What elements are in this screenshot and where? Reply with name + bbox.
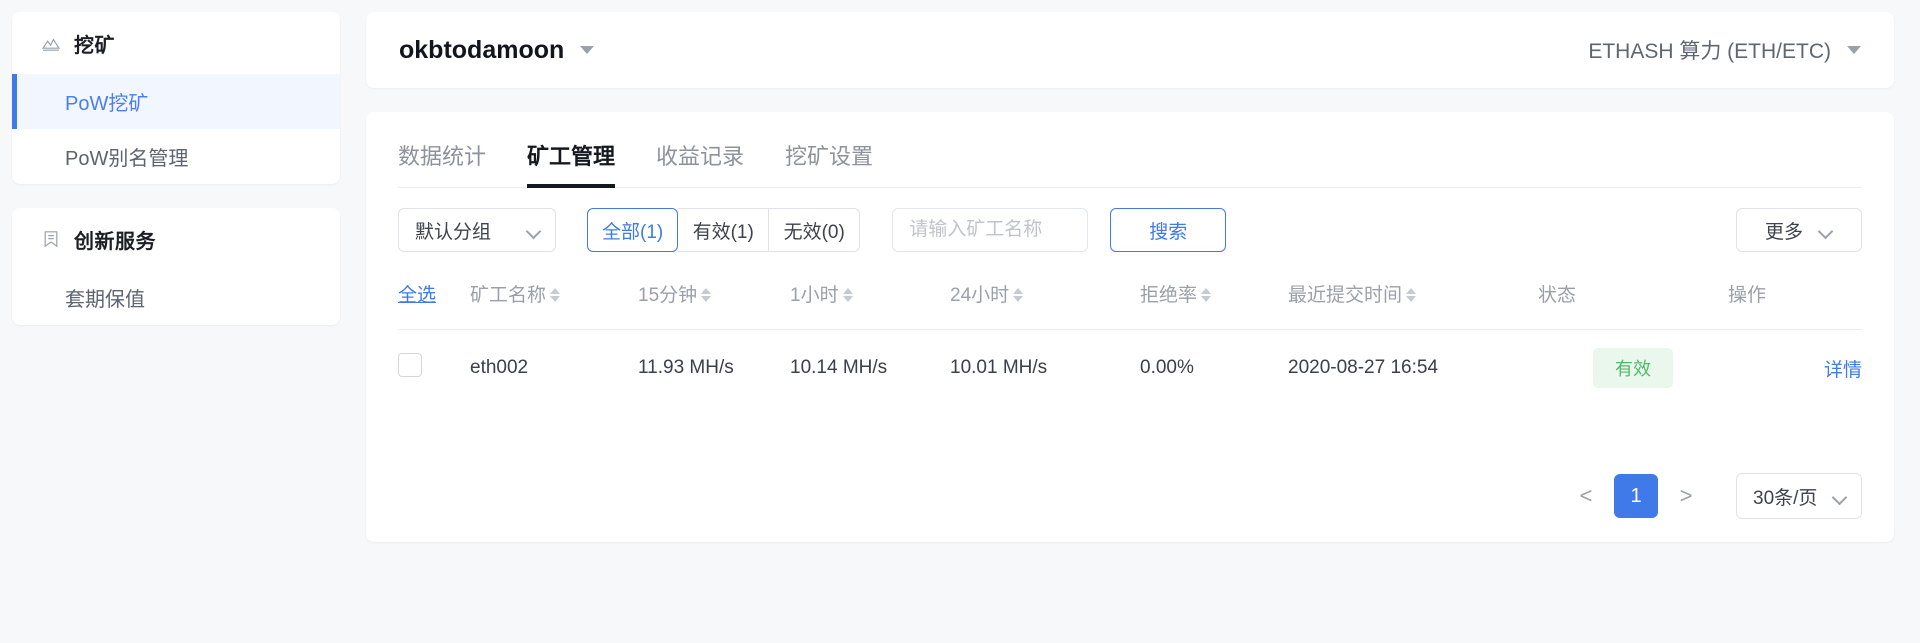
col-label: 1小时 [790,285,839,306]
algorithm-switcher[interactable]: ETHASH 算力 (ETH/ETC) [1588,35,1861,65]
status-filter-segmented: 全部(1) 有效(1) 无效(0) [587,208,861,252]
cell-15min: 11.93 MH/s [638,329,790,410]
tab-label: 数据统计 [398,144,487,169]
page-size-value: 30条/页 [1753,487,1818,509]
cell-status: 有效 [1538,329,1728,410]
sidebar-group-label: 挖矿 [74,34,115,57]
table-row: eth002 11.93 MH/s 10.14 MH/s 10.01 MH/s … [398,329,1862,410]
sort-icon[interactable] [1013,288,1024,302]
col-label: 矿工名称 [470,285,547,306]
cell-1hour: 10.14 MH/s [790,329,950,410]
col-1hour[interactable]: 1小时 [790,272,950,330]
chevron-down-icon [1833,492,1847,501]
col-label: 24小时 [950,285,1010,306]
row-select-cell [398,329,470,410]
pagination: < 1 > 30条/页 [398,410,1862,519]
sidebar-item-pow-alias[interactable]: PoW别名管理 [12,129,340,184]
group-select-value: 默认分组 [415,221,492,243]
sort-icon[interactable] [550,288,561,302]
chevron-down-icon [1847,46,1861,54]
col-label: 状态 [1538,285,1577,306]
col-label: 15分钟 [638,285,698,306]
table-body: eth002 11.93 MH/s 10.14 MH/s 10.01 MH/s … [398,329,1862,410]
miners-table: 全选 矿工名称 15分钟 1小时 24小时 拒绝率 最近提交时间 状态 操作 e… [398,272,1862,410]
sidebar-card-mining: 挖矿 PoW挖矿 PoW别名管理 [12,12,340,184]
sidebar-card-innovation: 创新服务 套期保值 [12,208,340,325]
col-label: 操作 [1728,285,1767,306]
miner-search-input[interactable] [892,208,1089,252]
sort-icon[interactable] [701,288,712,302]
filter-bar: 默认分组 全部(1) 有效(1) 无效(0) 搜索 [398,188,1862,272]
topbar: okbtodamoon ETHASH 算力 (ETH/ETC) [366,12,1894,88]
sidebar-group-mining: 挖矿 [12,12,340,74]
sidebar-group-label: 创新服务 [74,230,156,253]
cell-24hour: 10.01 MH/s [950,329,1140,410]
sort-icon[interactable] [842,288,853,302]
sidebar-item-label: PoW别名管理 [65,148,189,170]
chevron-down-icon [580,46,595,54]
tab-miner-management[interactable]: 矿工管理 [527,139,616,188]
sort-icon[interactable] [1201,288,1212,302]
more-button[interactable]: 更多 [1736,208,1862,252]
algorithm-label: ETHASH 算力 (ETH/ETC) [1588,40,1831,63]
tab-label: 挖矿设置 [785,144,874,169]
search-button[interactable]: 搜索 [1110,208,1227,252]
account-name: okbtodamoon [399,35,565,64]
col-24hour[interactable]: 24小时 [950,272,1140,330]
sidebar-item-pow-mining[interactable]: PoW挖矿 [12,74,340,129]
chevron-down-icon [1819,226,1833,235]
table-header-row: 全选 矿工名称 15分钟 1小时 24小时 拒绝率 最近提交时间 状态 操作 [398,272,1862,330]
app-root: 挖矿 PoW挖矿 PoW别名管理 创新服务 套期保值 okbtodamoon E… [0,0,1920,643]
page-size-select[interactable]: 30条/页 [1736,473,1862,519]
select-all-link[interactable]: 全选 [398,285,436,306]
cell-miner-name: eth002 [470,329,638,410]
tab-earnings-records[interactable]: 收益记录 [656,139,744,187]
sidebar-item-label: 套期保值 [65,289,145,311]
sidebar-item-label: PoW挖矿 [65,93,149,115]
status-badge: 有效 [1593,348,1673,388]
sidebar: 挖矿 PoW挖矿 PoW别名管理 创新服务 套期保值 [0,0,366,643]
main-area: okbtodamoon ETHASH 算力 (ETH/ETC) 数据统计 矿工管… [366,0,1920,643]
col-status: 状态 [1538,272,1728,330]
cell-reject-rate: 0.00% [1140,329,1288,410]
chevron-down-icon [527,226,541,235]
filter-valid-label: 有效(1) [692,221,754,243]
sidebar-item-hedging[interactable]: 套期保值 [12,270,340,325]
tab-data-stats[interactable]: 数据统计 [398,139,486,187]
more-button-label: 更多 [1764,221,1803,243]
cell-action: 详情 [1728,329,1862,410]
next-page-button[interactable]: > [1666,476,1706,516]
select-all-header: 全选 [398,272,470,330]
filter-invalid-label: 无效(0) [783,221,845,243]
col-last-submit[interactable]: 最近提交时间 [1288,272,1538,330]
content-card: 数据统计 矿工管理 收益记录 挖矿设置 默认分组 全部(1) 有效(1) 无效(… [366,112,1894,542]
col-label: 最近提交时间 [1288,285,1403,306]
cell-last-submit: 2020-08-27 16:54 [1288,329,1538,410]
group-select[interactable]: 默认分组 [398,208,556,252]
col-reject-rate[interactable]: 拒绝率 [1140,272,1288,330]
sidebar-group-innovation: 创新服务 [12,208,340,270]
tab-label: 收益记录 [656,144,745,169]
filter-invalid[interactable]: 无效(0) [769,208,861,252]
page-number-1[interactable]: 1 [1614,474,1658,518]
sort-icon[interactable] [1406,288,1417,302]
account-switcher[interactable]: okbtodamoon [399,35,595,65]
bookmark-icon [41,229,61,249]
tab-bar: 数据统计 矿工管理 收益记录 挖矿设置 [398,112,1862,188]
col-action: 操作 [1728,272,1862,330]
col-label: 拒绝率 [1140,285,1198,306]
filter-valid[interactable]: 有效(1) [678,208,770,252]
row-checkbox[interactable] [398,353,422,377]
detail-link[interactable]: 详情 [1824,360,1862,381]
tab-mining-settings[interactable]: 挖矿设置 [785,139,873,187]
table-head: 全选 矿工名称 15分钟 1小时 24小时 拒绝率 最近提交时间 状态 操作 [398,272,1862,330]
filter-all-label: 全部(1) [602,221,664,243]
tab-label: 矿工管理 [527,144,616,169]
filter-all[interactable]: 全部(1) [587,208,679,252]
prev-page-button[interactable]: < [1566,476,1606,516]
mountain-icon [41,33,61,53]
col-15min[interactable]: 15分钟 [638,272,790,330]
col-miner-name[interactable]: 矿工名称 [470,272,638,330]
